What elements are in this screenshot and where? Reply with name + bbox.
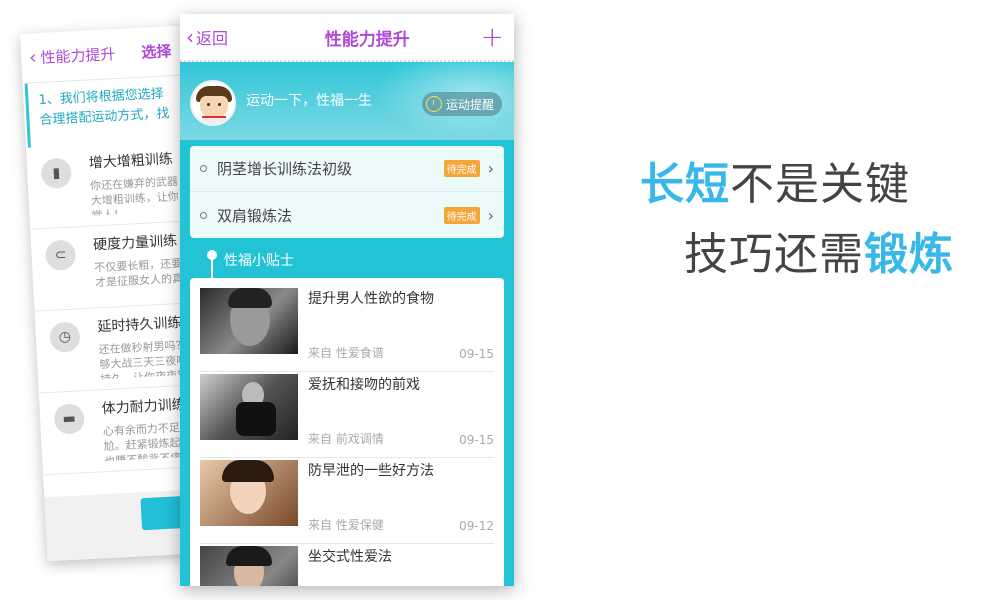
article-item[interactable]: 坐交式性爱法 xyxy=(200,544,494,586)
stopwatch-icon: ◷ xyxy=(49,321,81,353)
task-name: 阴茎增长训练法初级 xyxy=(217,160,353,178)
task-list: 阴茎增长训练法初级 待完成 › 双肩锻炼法 待完成 › xyxy=(190,146,504,238)
article-date: 09-12 xyxy=(459,519,494,533)
alarm-clock-icon xyxy=(425,96,442,112)
back-label: 返回 xyxy=(196,29,229,48)
training-option-title: 延时持久训练 xyxy=(97,314,182,336)
bottle-icon: ▮ xyxy=(40,157,73,190)
article-thumbnail xyxy=(200,374,298,440)
back-phone-back-button[interactable]: ‹ 性能力提升 xyxy=(29,43,116,68)
article-title: 坐交式性爱法 xyxy=(308,549,392,565)
article-source: 来自 前戏调情 xyxy=(308,432,384,446)
training-option-desc: 心有余而力不足， 尬。赶紧锻炼起来 也腰不酸背不痛。 xyxy=(102,420,193,462)
back-phone-title: 选择 xyxy=(140,42,172,62)
article-thumbnail xyxy=(200,288,298,354)
chevron-left-icon: ‹ xyxy=(28,46,37,69)
training-option-title: 硬度力量训练 xyxy=(92,233,178,254)
training-option-desc: 还在做秒射男吗？ 够大战三天三夜吗 持久，让你夜夜笙 xyxy=(98,338,189,380)
exercise-reminder-label: 运动提醒 xyxy=(445,97,494,112)
chevron-left-icon: ‹ xyxy=(186,25,194,49)
article-source: 来自 性爱保健 xyxy=(308,518,384,532)
hero-banner: 运动一下，性福一生 运动提醒 xyxy=(180,62,514,140)
dumbbell-icon: ▬ xyxy=(53,403,85,435)
chevron-right-icon: › xyxy=(487,159,494,178)
article-date: 09-15 xyxy=(459,347,494,361)
task-item[interactable]: 阴茎增长训练法初级 待完成 › xyxy=(190,146,504,192)
article-title: 爱抚和接吻的前戏 xyxy=(308,377,420,393)
back-button[interactable]: ‹ 返回 xyxy=(186,25,228,49)
pin-icon xyxy=(207,250,217,260)
article-thumbnail xyxy=(200,460,298,526)
avatar[interactable] xyxy=(190,80,236,126)
tagline-text-2: 技巧还需 xyxy=(684,229,864,280)
status-badge: 待完成 xyxy=(443,160,480,177)
front-phone-navbar: ‹ 返回 性能力提升 + xyxy=(180,14,514,62)
bullet-icon xyxy=(200,165,207,172)
article-thumbnail xyxy=(200,546,298,586)
tips-section-header: 性福小贴士 xyxy=(180,244,514,278)
front-phone-screen: ‹ 返回 性能力提升 + 运动一下，性福一生 运动提醒 阴茎增长训练法初级 待完… xyxy=(180,14,514,586)
article-item[interactable]: 提升男人性欲的食物 来自 性爱食谱 09-15 xyxy=(200,286,494,372)
tagline-text-1: 不是关键 xyxy=(730,159,910,210)
status-badge: 待完成 xyxy=(443,206,480,224)
article-title: 防早泄的一些好方法 xyxy=(308,463,434,479)
training-option-desc: 不仅要长粗，还要 才是征服女人的真 xyxy=(94,256,184,290)
tagline-line-2: 技巧还需锻炼 xyxy=(684,218,954,282)
training-option-title: 增大增粗训练 xyxy=(88,151,174,172)
article-list: 提升男人性欲的食物 来自 性爱食谱 09-15 爱抚和接吻的前戏 来自 前戏调情… xyxy=(190,278,504,586)
page-title: 性能力提升 xyxy=(324,29,410,50)
tagline-highlight-2: 锻炼 xyxy=(864,229,954,280)
back-phone-back-label: 性能力提升 xyxy=(40,45,116,67)
promo-stage: ‹ 性能力提升 选择 1、我们将根据您选择 合理搭配运动方式，找 ▮ 增大增粗训… xyxy=(0,0,1000,600)
article-source: 来自 性爱食谱 xyxy=(308,346,384,360)
chevron-right-icon: › xyxy=(487,205,494,225)
article-item[interactable]: 防早泄的一些好方法 来自 性爱保健 09-12 xyxy=(200,458,494,544)
back-phone-note-text: 1、我们将根据您选择 合理搭配运动方式，找 xyxy=(38,86,170,129)
bullet-icon xyxy=(200,211,207,219)
grip-icon: ⊂ xyxy=(44,239,77,271)
task-name: 双肩锻炼法 xyxy=(217,206,293,225)
tagline-highlight-1: 长短 xyxy=(640,159,730,210)
task-item[interactable]: 双肩锻炼法 待完成 › xyxy=(190,192,504,238)
training-option-desc: 你还在嫌弃的武器 大增粗训练，让你 常人！ xyxy=(89,174,180,216)
add-button[interactable]: + xyxy=(481,23,504,51)
article-item[interactable]: 爱抚和接吻的前戏 来自 前戏调情 09-15 xyxy=(200,372,494,458)
article-title: 提升男人性欲的食物 xyxy=(308,291,434,307)
tips-section-title: 性福小贴士 xyxy=(224,253,294,269)
exercise-reminder-button[interactable]: 运动提醒 xyxy=(421,92,502,116)
tagline-line-1: 长短不是关键 xyxy=(640,148,910,212)
hero-slogan: 运动一下，性福一生 xyxy=(246,93,372,109)
article-date: 09-15 xyxy=(459,433,494,447)
training-option-title: 体力耐力训练 xyxy=(101,396,187,418)
